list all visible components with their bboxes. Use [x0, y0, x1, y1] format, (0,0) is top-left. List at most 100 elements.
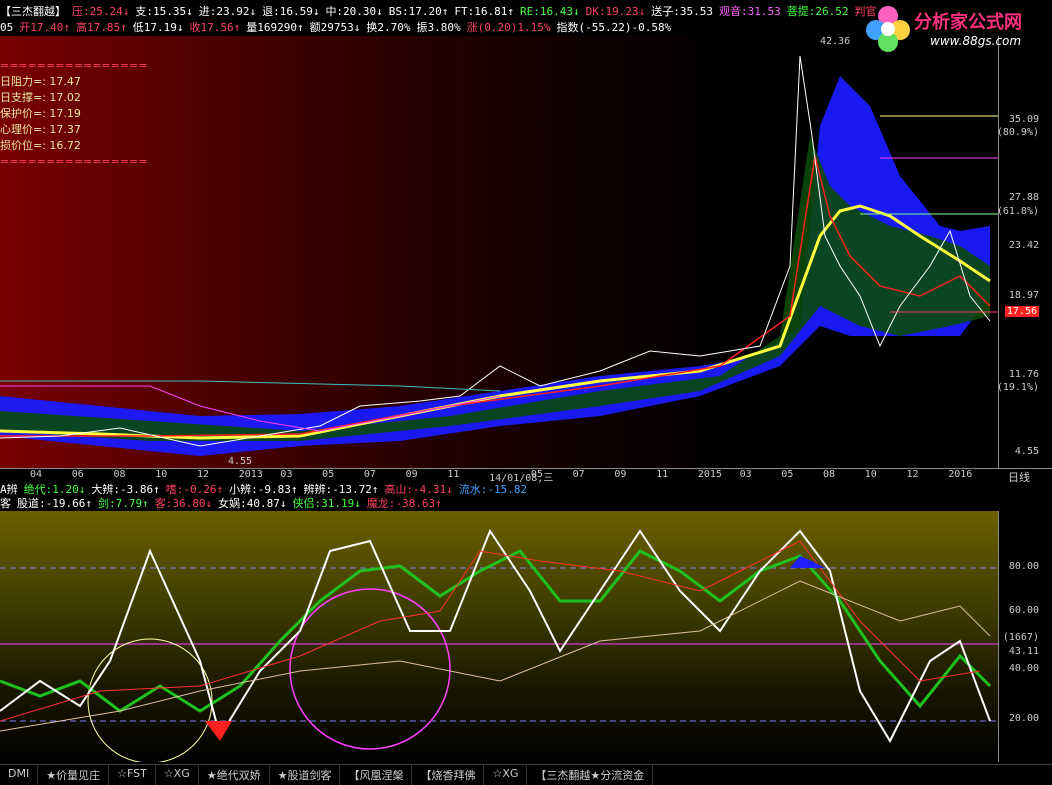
site-logo: 分析家公式网 www.88gs.com [860, 0, 1052, 56]
indicator-tab-bar: DMI ★价量见庄 ☆FST ☆XG ★绝代双娇 ★股道剑客 【风凰涅槃 【烧香拜佛 ☆XG 【三… [0, 764, 1052, 785]
ohlc-field: 振3.80% [416, 21, 461, 34]
green-osc-line [0, 549, 992, 713]
flower-logo-icon [866, 6, 910, 52]
time-tick-label: 11 [656, 469, 669, 480]
indicator-tab[interactable]: 【三杰翻越★分流资金 [527, 765, 654, 785]
time-tick-label: 04 [30, 469, 43, 480]
time-tick-label: 05 [530, 469, 543, 480]
axis-label: 20.00 [1008, 713, 1039, 724]
quote-field: 送子:35.53 [651, 5, 713, 18]
low-label: 4.55 [228, 456, 252, 467]
quote-field: 压:25.24↓ [72, 5, 130, 18]
time-tick-label: 06 [71, 469, 84, 480]
annotation-line: 保护价=: 17.19 [0, 107, 81, 120]
axis-label: (61.8%) [996, 206, 1039, 217]
ohlc-field: 指数(-55.22)-0.58% [556, 21, 672, 34]
quote-field: BS:17.20↑ [388, 5, 449, 18]
axis-label: 35.09 [1008, 114, 1039, 125]
current-price-tag: 17.56 [1004, 306, 1039, 317]
time-tick-label: 2013 [238, 469, 263, 480]
period-label[interactable]: 日线 [1008, 469, 1030, 485]
time-tick-label: 09 [405, 469, 418, 480]
quote-field: RE:16.43↓ [520, 5, 580, 18]
axis-label: 18.97 [1008, 290, 1039, 301]
time-tick-label: 07 [572, 469, 585, 480]
quote-field: 菩提:26.52 [786, 5, 849, 18]
ohlc-field: 量169290↑ [246, 21, 304, 34]
indicator-tab[interactable]: ☆XG [156, 765, 199, 785]
indicator-field: 流水:-15.82 [458, 483, 528, 496]
time-tick-label: 09 [614, 469, 627, 480]
price-chart-canvas: 42.36 4.55 [0, 36, 998, 467]
quote-field: FT:16.81↑ [454, 5, 515, 18]
annotation-line: ================ [0, 59, 148, 72]
ohlc-field: 收17.56↑ [189, 21, 241, 34]
indicator-tab[interactable]: DMI [0, 765, 39, 785]
quote-field: 退:16.59↓ [262, 5, 320, 18]
axis-label: 11.76 [1008, 369, 1039, 380]
time-axis: 04 06 08 10 12 2013 03 05 07 09 11 14/01/08,三 05 07 09… [0, 468, 1052, 485]
ohlc-field: 低17.19↓ [132, 21, 184, 34]
price-axis: 35.09 (80.9%) 27.88 (61.8%) 23.42 18.97 … [996, 36, 1043, 468]
time-tick-label: 03 [739, 469, 752, 480]
support-resistance-annotations: ================ 日阻力=: 17.47 日支撑=: 17.02 保护… [0, 58, 147, 170]
indicator-tab[interactable]: ★价量见庄 [38, 765, 110, 785]
time-tick-label: 12 [196, 469, 209, 480]
indicator-tab[interactable]: 【风凰涅槃 [340, 765, 413, 785]
axis-label: 60.00 [1008, 605, 1039, 616]
time-tick-label: 2016 [948, 469, 973, 480]
indicator-tab[interactable]: ★绝代双娇 [199, 765, 270, 785]
quote-field: 支:15.35↓ [135, 5, 193, 18]
axis-label: 43.11 [1008, 646, 1039, 657]
oscillator-axis: 80.00 60.00 (1667) 43.11 40.00 20.00 [998, 511, 1043, 762]
indicator-tab[interactable]: 【烧香拜佛 [412, 765, 485, 785]
quote-field: 【三杰翻越】 [0, 5, 66, 18]
logo-url: www.88gs.com [930, 34, 1022, 48]
indicator-tab[interactable]: ★股道剑客 [270, 765, 341, 785]
time-tick-label: 10 [864, 469, 877, 480]
quote-field: 进:23.92↓ [198, 5, 257, 18]
axis-label: 40.00 [1008, 663, 1039, 674]
time-tick-label: 12 [906, 469, 919, 480]
time-tick-label: 05 [322, 469, 335, 480]
time-tick-label: 10 [155, 469, 168, 480]
ohlc-field: 涨(0.20)1.15% [466, 21, 551, 34]
annotation-line: 心理价=: 17.37 [0, 123, 81, 136]
oscillator-panel[interactable] [0, 511, 998, 764]
time-tick-label: 08 [823, 469, 836, 480]
axis-label: (19.1%) [996, 382, 1039, 393]
time-tick-label: 03 [280, 469, 293, 480]
axis-label: 27.88 [1008, 192, 1039, 203]
ohlc-field: 高17.85↑ [76, 21, 127, 34]
ohlc-field: 05 [0, 21, 14, 34]
red-signal-fill [205, 721, 232, 741]
ohlc-field: 开17.40↑ [19, 21, 70, 34]
oscillator-canvas [0, 528, 998, 764]
time-tick-label: 2015 [697, 469, 722, 480]
axis-label: (1667) [1002, 632, 1039, 643]
quote-field: 观音:31.53 [718, 5, 781, 18]
indicator-tab[interactable]: ☆FST [109, 765, 156, 785]
ohlc-field: 换2.70% [366, 21, 411, 34]
peak-label: 42.36 [820, 36, 850, 47]
quote-field: 中:20.30↓ [325, 5, 383, 18]
ohlc-field: 额29753↓ [309, 21, 361, 34]
price-chart-panel[interactable]: 42.36 4.55 ================ 日阻力=: 17.47 日支… [0, 36, 998, 468]
ohlc-info-row: 05 开17.40↑ 高17.85↑ 低17.19↓ 收17.56↑ 量169290↑ 额2… [0, 20, 677, 36]
annotation-line: 日支撑=: 17.02 [0, 91, 81, 104]
annotation-line: 损价位=: 16.72 [0, 139, 81, 152]
time-tick-label: 08 [113, 469, 126, 480]
time-tick-label: 07 [363, 469, 376, 480]
axis-label: (80.9%) [996, 127, 1039, 138]
indicator-tab[interactable]: ☆XG [484, 765, 528, 785]
axis-label: 23.42 [1008, 240, 1039, 251]
axis-label: 4.55 [1014, 446, 1039, 457]
annotation-line: 日阻力=: 17.47 [0, 75, 81, 88]
quote-info-row: 【三杰翻越】 压:25.24↓ 支:15.35↓ 进:23.92↓ 退:16.59↓ 中:… [0, 4, 882, 20]
logo-text: 分析家公式网 [914, 12, 1022, 33]
annotation-line: ================ [0, 155, 148, 168]
time-tick-label: 11 [447, 469, 460, 480]
axis-label: 80.00 [1008, 561, 1039, 572]
quote-field: DK:19.23↓ [585, 5, 646, 18]
time-tick-label: 05 [781, 469, 794, 480]
